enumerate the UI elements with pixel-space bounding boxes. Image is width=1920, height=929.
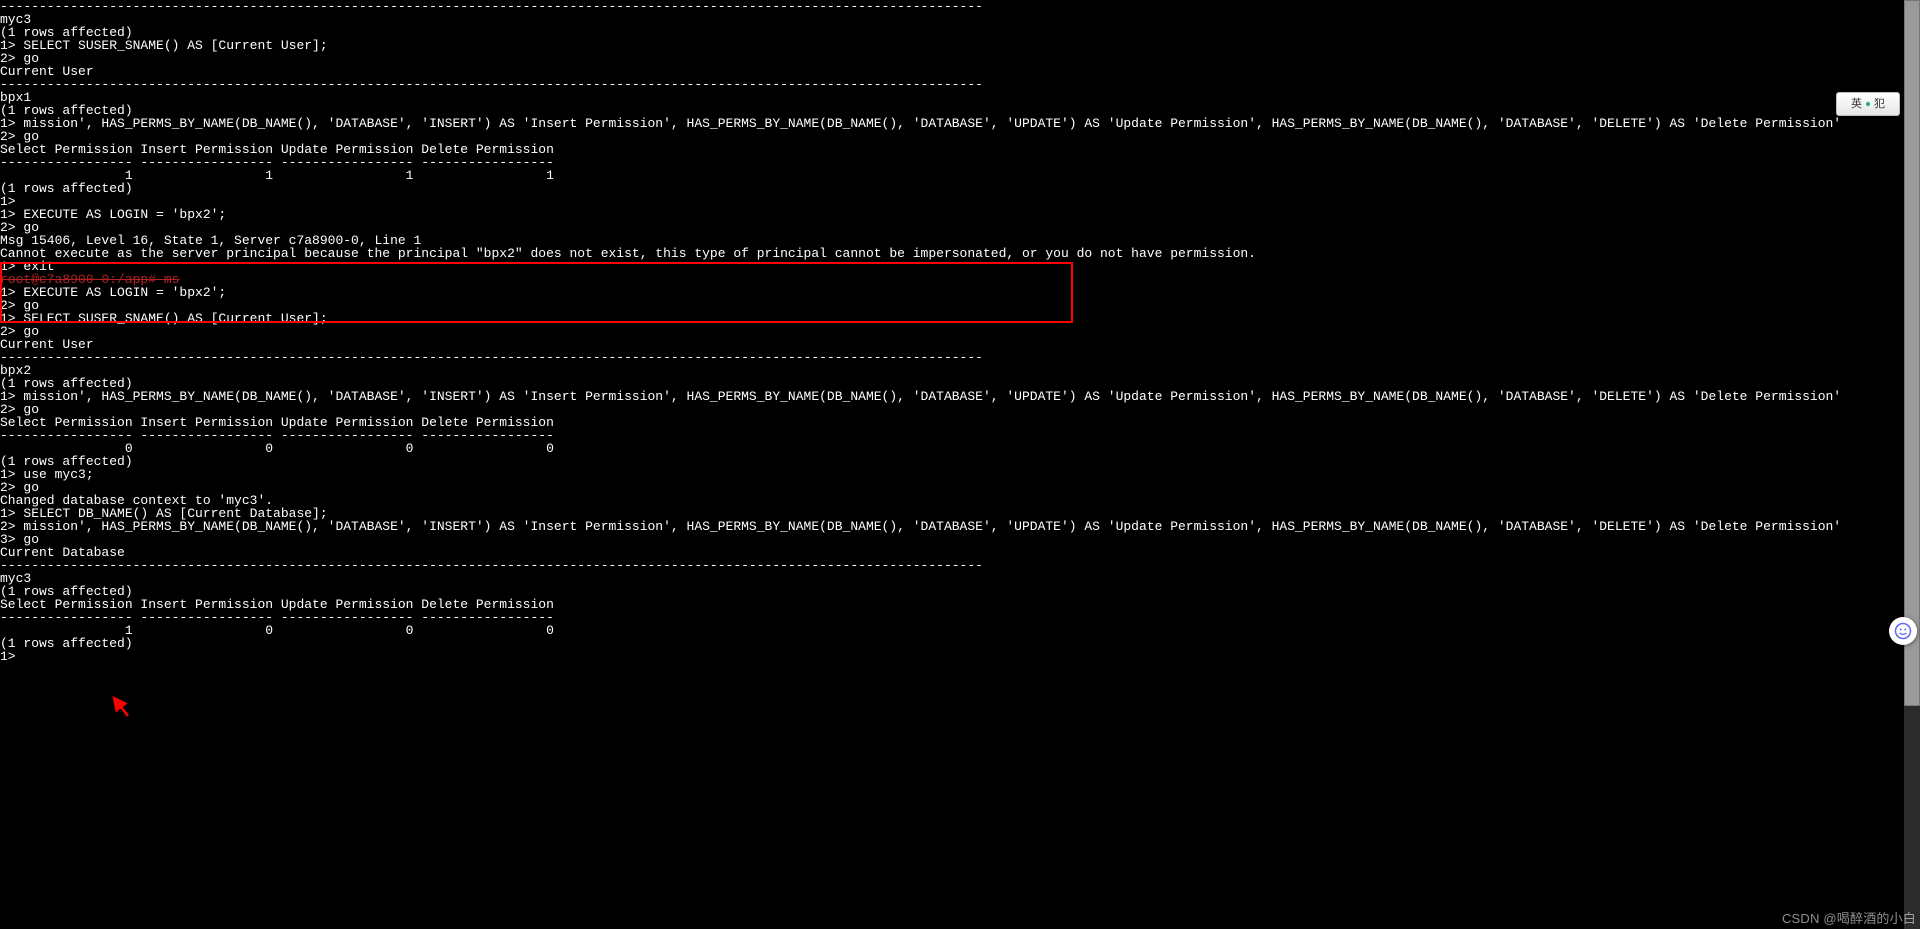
terminal-line: 1 0 0 0 — [0, 624, 1540, 637]
terminal-line: 0 0 0 0 — [0, 442, 1540, 455]
terminal-line: (1 rows affected) — [0, 455, 1540, 468]
ime-language-badge[interactable]: 英 犯 — [1836, 92, 1900, 116]
terminal-line: 2> go — [0, 325, 1540, 338]
error-line: Cannot execute as the server principal b… — [0, 247, 1540, 260]
terminal-line: bpx1 — [0, 91, 1540, 104]
terminal-line: 1> — [0, 650, 1540, 663]
terminal-output[interactable]: ----------------------------------------… — [0, 0, 1540, 663]
csdn-watermark: CSDN @喝醉酒的小白 — [1782, 912, 1916, 925]
terminal-line: 1 1 1 1 — [0, 169, 1540, 182]
ime-right-label: 犯 — [1874, 98, 1885, 111]
terminal-line: 1> EXECUTE AS LOGIN = 'bpx2'; — [0, 208, 1540, 221]
assistant-floating-button[interactable] — [1889, 617, 1917, 645]
shell-prompt-line: root@c7a8900-0:/app# ms — [0, 273, 1540, 286]
terminal-line: 2> mission', HAS_PERMS_BY_NAME(DB_NAME()… — [0, 520, 1540, 533]
terminal-line: 2> go — [0, 52, 1540, 65]
terminal-line: 1> SELECT SUSER_SNAME() AS [Current User… — [0, 312, 1540, 325]
terminal-line: (1 rows affected) — [0, 637, 1540, 650]
terminal-line: 1> mission', HAS_PERMS_BY_NAME(DB_NAME()… — [0, 117, 1540, 130]
terminal-line: 1> use myc3; — [0, 468, 1540, 481]
terminal-line: 1> — [0, 195, 1540, 208]
ime-left-label: 英 — [1851, 98, 1862, 111]
face-icon — [1894, 622, 1912, 640]
terminal-line: 1> mission', HAS_PERMS_BY_NAME(DB_NAME()… — [0, 390, 1540, 403]
terminal-line: 1> EXECUTE AS LOGIN = 'bpx2'; — [0, 286, 1540, 299]
terminal-line: ----------------------------------------… — [0, 78, 1540, 91]
terminal-line: ----------------------------------------… — [0, 0, 1540, 13]
terminal-line: (1 rows affected) — [0, 182, 1540, 195]
terminal-line: ----------------------------------------… — [0, 559, 1540, 572]
terminal-line: myc3 — [0, 13, 1540, 26]
terminal-line: myc3 — [0, 572, 1540, 585]
terminal-line: 3> go — [0, 533, 1540, 546]
vertical-scrollbar-track[interactable] — [1904, 0, 1920, 929]
terminal-line: 1> SELECT SUSER_SNAME() AS [Current User… — [0, 39, 1540, 52]
vertical-scrollbar-thumb[interactable] — [1904, 0, 1920, 706]
terminal-line: bpx2 — [0, 364, 1540, 377]
dot-icon — [1866, 102, 1870, 106]
terminal-line: 1> exit — [0, 260, 1540, 273]
arrow-annotation-icon — [108, 694, 134, 720]
terminal-line: ----------------------------------------… — [0, 351, 1540, 364]
